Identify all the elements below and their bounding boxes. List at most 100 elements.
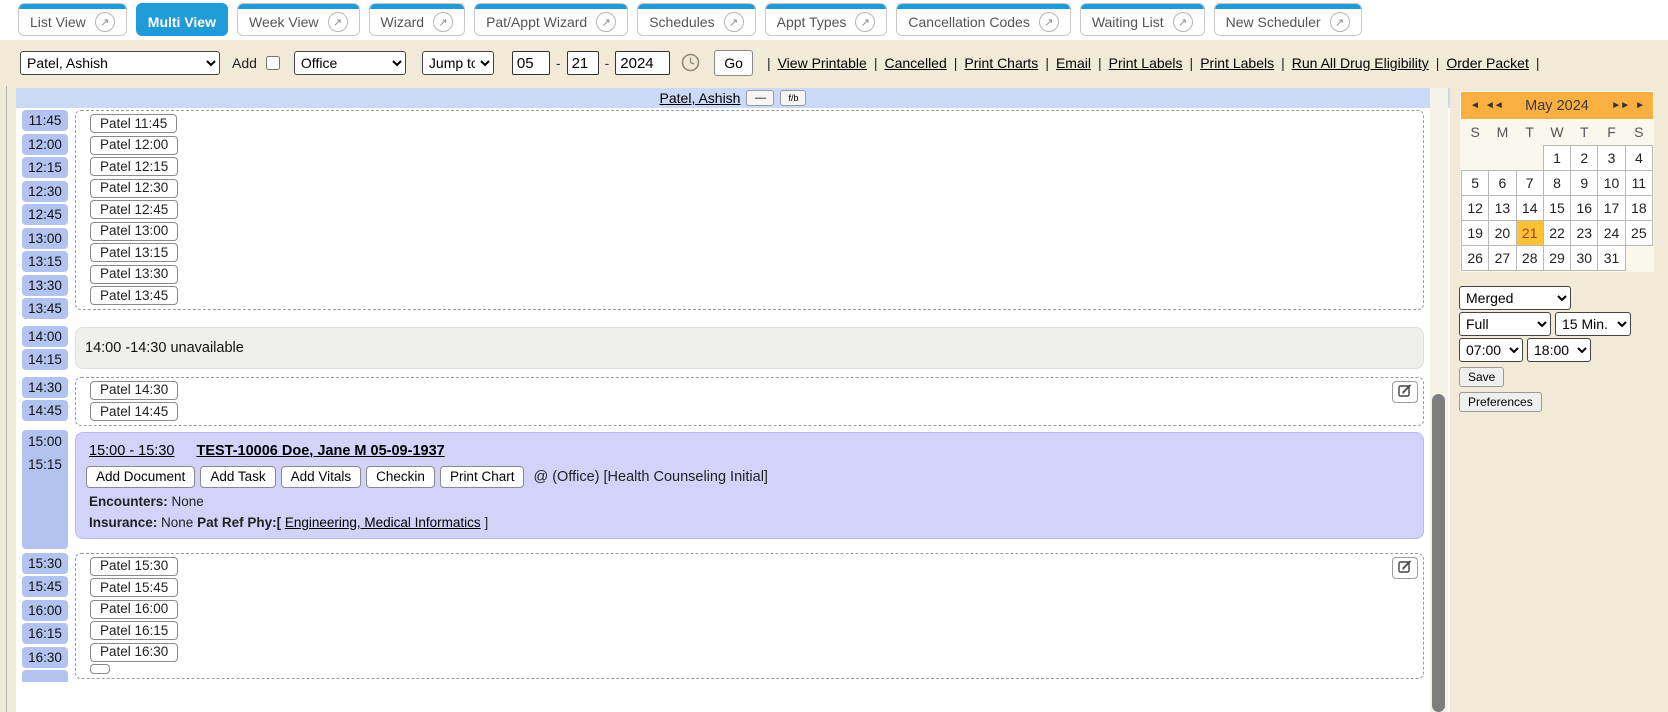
- external-link-icon[interactable]: ↗: [1173, 12, 1193, 32]
- day-cell[interactable]: 2: [1571, 145, 1598, 170]
- external-link-icon[interactable]: ↗: [596, 12, 616, 32]
- day-cell[interactable]: 11: [1625, 170, 1652, 195]
- tab-schedules[interactable]: Schedules ↗: [637, 3, 755, 36]
- add-checkbox[interactable]: [266, 56, 280, 70]
- start-time-select[interactable]: 07:00: [1459, 338, 1523, 362]
- day-cell[interactable]: 16: [1571, 195, 1598, 220]
- tab-cancellation-codes[interactable]: Cancellation Codes ↗: [896, 3, 1070, 36]
- day-cell[interactable]: 28: [1516, 245, 1543, 270]
- day-cell[interactable]: 20: [1489, 220, 1516, 245]
- slot-button[interactable]: Patel 15:45: [90, 578, 178, 597]
- tab-waiting-list[interactable]: Waiting List ↗: [1080, 3, 1205, 36]
- add-document-button[interactable]: Add Document: [86, 466, 195, 488]
- print-labels-link[interactable]: Print Labels: [1109, 55, 1183, 71]
- print-chart-button[interactable]: Print Chart: [440, 466, 525, 488]
- slot-button[interactable]: Patel 15:30: [90, 557, 178, 576]
- slot-button[interactable]: Patel 13:15: [90, 243, 178, 262]
- fb-toggle-button[interactable]: f/b: [780, 90, 806, 106]
- add-vitals-button[interactable]: Add Vitals: [281, 466, 362, 488]
- tab-wizard[interactable]: Wizard ↗: [369, 3, 466, 36]
- slot-button[interactable]: Patel 13:30: [90, 265, 178, 284]
- checkin-button[interactable]: Checkin: [366, 466, 435, 488]
- slot-button[interactable]: Patel 13:00: [90, 222, 178, 241]
- date-year-input[interactable]: [615, 51, 670, 75]
- day-cell[interactable]: 18: [1625, 195, 1652, 220]
- day-cell[interactable]: 22: [1543, 220, 1570, 245]
- tab-appt-types[interactable]: Appt Types ↗: [765, 3, 888, 36]
- tab-week-view[interactable]: Week View ↗: [237, 3, 360, 36]
- day-cell[interactable]: 26: [1462, 245, 1489, 270]
- provider-header-link[interactable]: Patel, Ashish: [660, 90, 741, 106]
- day-cell[interactable]: 13: [1489, 195, 1516, 220]
- jump-to-select[interactable]: Jump to: [422, 51, 494, 75]
- slot-button[interactable]: Patel 14:30: [90, 381, 178, 400]
- day-cell[interactable]: 14: [1516, 195, 1543, 220]
- day-cell[interactable]: 8: [1543, 170, 1570, 195]
- provider-select[interactable]: Patel, Ashish: [20, 51, 220, 75]
- day-cell[interactable]: 24: [1598, 220, 1625, 245]
- day-cell[interactable]: 19: [1462, 220, 1489, 245]
- appointment-block[interactable]: 15:00 - 15:30 TEST-10006 Doe, Jane M 05-…: [75, 432, 1424, 539]
- slot-button[interactable]: Patel 13:45: [90, 286, 178, 305]
- slot-button[interactable]: Patel 14:45: [90, 402, 178, 421]
- print-labels-link-2[interactable]: Print Labels: [1200, 55, 1274, 71]
- slot-button[interactable]: Patel 16:30: [90, 643, 178, 662]
- cancelled-link[interactable]: Cancelled: [884, 55, 946, 71]
- slot-button[interactable]: Patel 16:15: [90, 621, 178, 640]
- slot-button[interactable]: Patel 12:45: [90, 200, 178, 219]
- print-charts-link[interactable]: Print Charts: [964, 55, 1038, 71]
- vertical-scrollbar[interactable]: [1430, 88, 1448, 712]
- day-cell[interactable]: 5: [1462, 170, 1489, 195]
- prev-year-icon[interactable]: ◄: [1467, 100, 1482, 111]
- range-select[interactable]: Full: [1459, 312, 1551, 336]
- next-month-icon[interactable]: ►►: [1608, 100, 1632, 111]
- appointment-time-link[interactable]: 15:00 - 15:30: [89, 443, 174, 459]
- slot-button[interactable]: Patel 11:45: [90, 114, 177, 133]
- day-cell[interactable]: 23: [1571, 220, 1598, 245]
- patient-link[interactable]: TEST-10006 Doe, Jane M 05-09-1937: [196, 443, 444, 459]
- day-cell[interactable]: 12: [1462, 195, 1489, 220]
- referring-physician-link[interactable]: Engineering, Medical Informatics: [285, 515, 481, 530]
- end-time-select[interactable]: 18:00: [1527, 338, 1591, 362]
- calendar-picker-button[interactable]: [680, 53, 700, 73]
- date-day-input[interactable]: [567, 51, 599, 75]
- day-cell[interactable]: 29: [1543, 245, 1570, 270]
- day-cell[interactable]: 7: [1516, 170, 1543, 195]
- day-cell[interactable]: 9: [1571, 170, 1598, 195]
- external-link-icon[interactable]: ↗: [724, 12, 744, 32]
- tab-multi-view[interactable]: Multi View: [136, 3, 228, 36]
- slot-button[interactable]: Patel 12:15: [90, 157, 178, 176]
- day-cell[interactable]: 17: [1598, 195, 1625, 220]
- preferences-button[interactable]: Preferences: [1459, 392, 1542, 412]
- tab-new-scheduler[interactable]: New Scheduler ↗: [1214, 3, 1362, 36]
- day-cell[interactable]: 30: [1571, 245, 1598, 270]
- slot-button-cut[interactable]: [90, 664, 110, 674]
- external-link-icon[interactable]: ↗: [1330, 12, 1350, 32]
- date-month-input[interactable]: [512, 51, 550, 75]
- slot-button[interactable]: Patel 12:30: [90, 179, 178, 198]
- next-year-icon[interactable]: ►: [1632, 100, 1647, 111]
- run-drug-eligibility-link[interactable]: Run All Drug Eligibility: [1292, 55, 1429, 71]
- minimize-column-button[interactable]: —: [746, 90, 774, 106]
- day-cell[interactable]: 27: [1489, 245, 1516, 270]
- day-cell[interactable]: 15: [1543, 195, 1570, 220]
- save-button[interactable]: Save: [1459, 367, 1504, 387]
- external-link-icon[interactable]: ↗: [855, 12, 875, 32]
- external-link-icon[interactable]: ↗: [95, 12, 115, 32]
- email-link[interactable]: Email: [1056, 55, 1091, 71]
- day-cell[interactable]: 3: [1598, 145, 1625, 170]
- go-button[interactable]: Go: [714, 50, 753, 76]
- slot-button[interactable]: Patel 12:00: [90, 136, 178, 155]
- prev-month-icon[interactable]: ◄◄: [1482, 100, 1506, 111]
- edit-availability-button[interactable]: [1392, 557, 1418, 579]
- order-packet-link[interactable]: Order Packet: [1446, 55, 1528, 71]
- interval-select[interactable]: 15 Min.: [1555, 312, 1631, 336]
- day-cell[interactable]: 4: [1625, 145, 1652, 170]
- tab-list-view[interactable]: List View ↗: [18, 3, 127, 36]
- day-cell[interactable]: 1: [1543, 145, 1570, 170]
- edit-availability-button[interactable]: [1392, 381, 1418, 403]
- view-mode-select[interactable]: Merged: [1459, 286, 1571, 310]
- day-cell[interactable]: 6: [1489, 170, 1516, 195]
- day-cell[interactable]: 10: [1598, 170, 1625, 195]
- external-link-icon[interactable]: ↗: [433, 12, 453, 32]
